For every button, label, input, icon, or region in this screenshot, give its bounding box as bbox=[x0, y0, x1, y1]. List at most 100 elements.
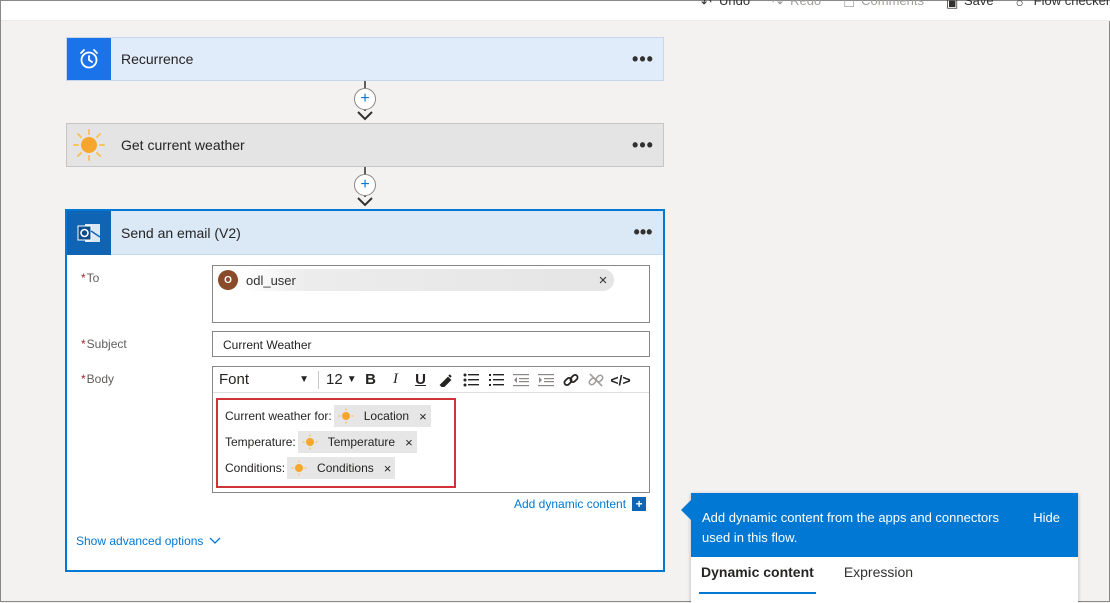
body-text: Temperature: bbox=[225, 435, 296, 449]
redo-label: Redo bbox=[790, 0, 822, 8]
undo-button[interactable]: ↶ Undo bbox=[701, 0, 751, 10]
flow-checker-button[interactable]: ○ Flow checker bbox=[1015, 0, 1110, 10]
body-editor[interactable]: Font ▼ 12 ▼ B I U </> Current weather fo… bbox=[212, 366, 650, 493]
step-recurrence[interactable]: Recurrence ••• bbox=[66, 37, 664, 81]
insert-step-button[interactable]: + bbox=[354, 174, 376, 196]
show-advanced-options-label: Show advanced options bbox=[76, 534, 204, 548]
panel-header: Add dynamic content from the apps and co… bbox=[681, 493, 1078, 557]
stethoscope-icon: ○ bbox=[1015, 0, 1024, 10]
redo-icon: ↷ bbox=[772, 0, 783, 10]
link-icon bbox=[563, 373, 578, 386]
avatar: O bbox=[218, 270, 238, 290]
panel-pointer bbox=[681, 499, 692, 521]
token-label: Temperature bbox=[327, 435, 396, 449]
required-asterisk: * bbox=[81, 372, 86, 386]
remove-recipient-icon[interactable]: × bbox=[592, 272, 614, 289]
command-bar: ↶ Undo ↷ Redo ☐ Comments ▣ Save ○ Flow c… bbox=[1, 0, 1110, 21]
remove-link-button[interactable] bbox=[583, 369, 608, 391]
italic-button[interactable]: I bbox=[383, 369, 408, 391]
font-size-dropdown[interactable]: 12 ▼ bbox=[322, 371, 358, 388]
font-size-value: 12 bbox=[326, 371, 343, 388]
font-value: Font bbox=[219, 371, 250, 388]
arrow-down-icon bbox=[357, 197, 373, 207]
remove-token-icon[interactable]: × bbox=[384, 461, 392, 476]
required-asterisk: * bbox=[81, 271, 86, 285]
comment-icon: ☐ bbox=[843, 0, 855, 10]
more-options-button[interactable]: ••• bbox=[623, 222, 663, 243]
sun-icon bbox=[338, 408, 354, 424]
comments-button[interactable]: ☐ Comments bbox=[843, 0, 925, 10]
recipient-name: odl_user bbox=[246, 272, 296, 288]
more-options-button[interactable]: ••• bbox=[623, 135, 663, 156]
toolbar-divider bbox=[318, 370, 319, 389]
body-line: Current weather for: Location × bbox=[225, 405, 431, 427]
save-label: Save bbox=[964, 0, 994, 8]
sun-icon bbox=[291, 460, 307, 476]
decrease-indent-button[interactable] bbox=[508, 369, 533, 391]
to-label: *To bbox=[81, 271, 100, 285]
flow-checker-label: Flow checker bbox=[1033, 0, 1110, 8]
increase-indent-button[interactable] bbox=[533, 369, 558, 391]
add-dynamic-content-label: Add dynamic content bbox=[514, 497, 627, 511]
body-text: Conditions: bbox=[225, 461, 286, 475]
plus-icon: + bbox=[632, 497, 647, 511]
text-color-button[interactable] bbox=[433, 369, 458, 391]
outdent-icon bbox=[512, 373, 529, 386]
bold-button[interactable]: B bbox=[358, 369, 383, 391]
tab-expression[interactable]: Expression bbox=[842, 564, 915, 594]
remove-token-icon[interactable]: × bbox=[405, 435, 413, 450]
sun-icon bbox=[302, 434, 318, 450]
hide-button[interactable]: Hide bbox=[1033, 508, 1060, 528]
remove-token-icon[interactable]: × bbox=[419, 409, 427, 424]
code-view-button[interactable]: </> bbox=[608, 369, 633, 391]
body-line: Conditions: Conditions × bbox=[225, 457, 396, 479]
undo-label: Undo bbox=[719, 0, 751, 8]
more-options-button[interactable]: ••• bbox=[623, 49, 663, 70]
subject-input[interactable]: Current Weather bbox=[212, 331, 650, 357]
brush-icon bbox=[439, 373, 452, 387]
step-title: Send an email (V2) bbox=[121, 224, 241, 241]
recipient-chip[interactable]: O odl_user × bbox=[216, 269, 614, 291]
panel-message: Add dynamic content from the apps and co… bbox=[702, 510, 1000, 545]
to-field[interactable]: O odl_user × bbox=[212, 265, 650, 323]
save-button[interactable]: ▣ Save bbox=[946, 0, 994, 10]
tab-dynamic-content[interactable]: Dynamic content bbox=[699, 564, 816, 594]
rich-text-toolbar: Font ▼ 12 ▼ B I U </> bbox=[213, 367, 649, 393]
add-dynamic-content-link[interactable]: Add dynamic content + bbox=[514, 497, 647, 511]
font-dropdown[interactable]: Font ▼ bbox=[213, 371, 315, 388]
token-label: Conditions bbox=[317, 461, 374, 475]
subject-label: *Subject bbox=[81, 337, 127, 351]
required-asterisk: * bbox=[81, 337, 86, 351]
underline-button[interactable]: U bbox=[408, 369, 433, 391]
dynamic-token[interactable]: Temperature × bbox=[297, 431, 417, 453]
body-content-highlight: Current weather for: Location × Temperat… bbox=[216, 398, 456, 488]
step-title: Recurrence bbox=[121, 51, 194, 67]
unlink-icon bbox=[587, 372, 604, 387]
outlook-icon bbox=[67, 210, 111, 255]
show-advanced-options-link[interactable]: Show advanced options bbox=[76, 534, 221, 548]
insert-step-button[interactable]: + bbox=[354, 88, 376, 110]
body-line: Temperature: Temperature × bbox=[225, 431, 417, 453]
numbered-list-button[interactable] bbox=[483, 369, 508, 391]
caret-down-icon: ▼ bbox=[346, 374, 357, 385]
comments-label: Comments bbox=[861, 0, 925, 8]
dynamic-content-panel: Add dynamic content from the apps and co… bbox=[681, 493, 1078, 603]
dynamic-token[interactable]: Location × bbox=[333, 405, 431, 427]
step-get-current-weather[interactable]: Get current weather ••• bbox=[66, 123, 664, 167]
bullet-list-button[interactable] bbox=[458, 369, 483, 391]
panel-tabs: Dynamic content Expression bbox=[691, 564, 1078, 594]
step-header[interactable]: Send an email (V2) ••• bbox=[67, 210, 663, 255]
sun-icon bbox=[67, 124, 111, 166]
body-text: Current weather for: bbox=[225, 409, 332, 423]
dynamic-token[interactable]: Conditions × bbox=[287, 457, 396, 479]
command-bar-items: ↶ Undo ↷ Redo ☐ Comments ▣ Save ○ Flow c… bbox=[701, 0, 1110, 10]
token-label: Location bbox=[363, 409, 410, 423]
alarm-clock-icon bbox=[67, 38, 111, 80]
redo-button[interactable]: ↷ Redo bbox=[772, 0, 822, 10]
body-label: *Body bbox=[81, 372, 115, 386]
save-icon: ▣ bbox=[946, 0, 959, 10]
arrow-down-icon bbox=[357, 111, 373, 121]
indent-icon bbox=[537, 373, 554, 386]
insert-link-button[interactable] bbox=[558, 369, 583, 391]
step-title: Get current weather bbox=[121, 137, 245, 153]
